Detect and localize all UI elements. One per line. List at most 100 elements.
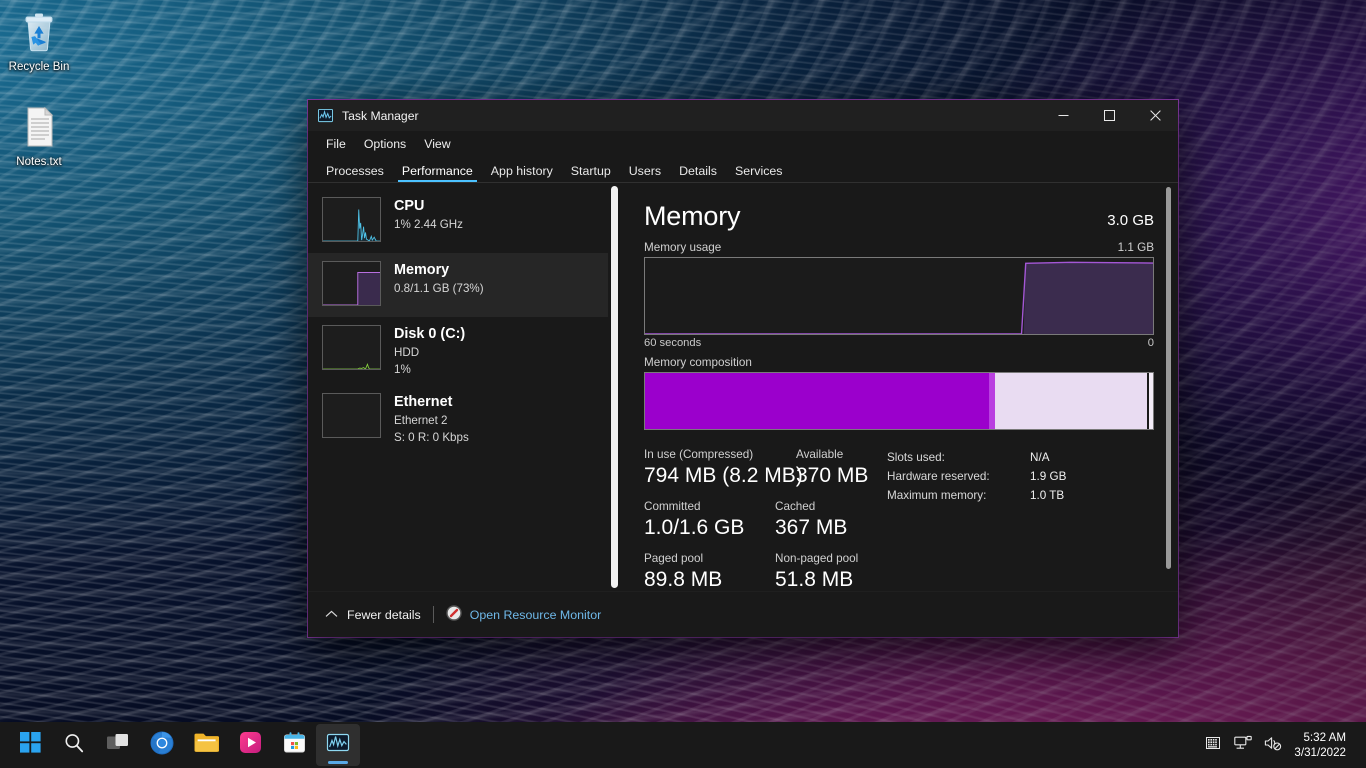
keyboard-icon: [1205, 735, 1221, 756]
detail-pane-scrollbar[interactable]: [1162, 183, 1174, 591]
stat-cached: Cached 367 MB: [775, 499, 847, 542]
detail-pane-scrollbar-thumb[interactable]: [1166, 187, 1171, 569]
desktop-icon-recycle-bin[interactable]: Recycle Bin: [2, 8, 76, 74]
menu-item-file[interactable]: File: [317, 135, 355, 153]
memory-composition-label: Memory composition: [644, 356, 752, 369]
open-resource-monitor-link[interactable]: Open Resource Monitor: [445, 605, 601, 624]
resource-list-scrollbar-thumb[interactable]: [611, 186, 618, 588]
file-explorer-button[interactable]: [184, 724, 228, 766]
minimize-button[interactable]: [1040, 100, 1086, 131]
stat-non-paged-pool: Non-paged pool 51.8 MB: [775, 551, 858, 591]
memory-detail-pane: Memory 3.0 GB Memory usage 1.1 GB 60 sec…: [621, 183, 1178, 591]
task-view-icon: [107, 733, 129, 758]
stats-row-3: Paged pool 89.8 MB Non-paged pool 51.8 M…: [644, 551, 887, 591]
tab-performance[interactable]: Performance: [393, 163, 482, 182]
resource-detail-1: 1% 2.44 GHz: [394, 218, 463, 231]
close-button[interactable]: [1132, 100, 1178, 131]
sysinfo-key: Hardware reserved:: [887, 470, 990, 484]
window-footer: Fewer details Open Resource Monitor: [308, 591, 1178, 637]
composition-segment-in-use: [645, 373, 990, 429]
resource-name: Disk 0 (C:): [394, 326, 466, 342]
stat-caption: Cached: [775, 500, 816, 513]
menu-item-options[interactable]: Options: [355, 135, 415, 153]
chrome-button[interactable]: [140, 724, 184, 766]
task-manager-button[interactable]: [316, 724, 360, 766]
clock-time: 5:32 AM: [1303, 731, 1346, 744]
stat-caption: Paged pool: [644, 552, 704, 565]
resource-monitor-icon: [445, 605, 462, 624]
window-title-bar[interactable]: Task Manager: [308, 100, 1178, 131]
stat-value: 1.0/1.6 GB: [644, 516, 745, 539]
taskbar-clock[interactable]: 5:32 AM 3/31/2022: [1288, 730, 1356, 760]
resource-detail-1: 0.8/1.1 GB (73%): [394, 282, 484, 295]
search-button[interactable]: [52, 724, 96, 766]
stat-in-use: In use (Compressed) 794 MB (8.2 MB): [644, 447, 803, 490]
network-icon: [1234, 735, 1253, 756]
stat-value: 89.8 MB: [644, 568, 723, 591]
task-view-button[interactable]: [96, 724, 140, 766]
search-icon: [63, 732, 85, 759]
task-manager-window[interactable]: Task Manager File Options View Processes…: [308, 100, 1178, 637]
menu-bar: File Options View: [308, 131, 1178, 157]
sysinfo-row-slots-used: Slots used: N/A: [887, 448, 1154, 467]
recycle-bin-icon: [2, 8, 76, 56]
footer-divider: [432, 606, 434, 623]
tray-network[interactable]: [1228, 725, 1258, 765]
stat-value: 367 MB: [775, 516, 848, 539]
memory-stats-left: In use (Compressed) 794 MB (8.2 MB) Avai…: [644, 447, 887, 591]
start-button[interactable]: [8, 724, 52, 766]
stat-value: 370 MB: [796, 464, 869, 487]
resource-item-ethernet[interactable]: Ethernet Ethernet 2 S: 0 R: 0 Kbps: [308, 385, 621, 453]
stat-caption: Available: [796, 448, 844, 461]
store-icon: [283, 731, 306, 759]
resource-item-cpu[interactable]: CPU 1% 2.44 GHz: [308, 189, 621, 253]
stat-value: 51.8 MB: [775, 568, 854, 591]
chevron-up-icon: [325, 609, 338, 621]
disk-sparkline: [322, 325, 381, 370]
tab-bar: Processes Performance App history Startu…: [308, 157, 1178, 183]
microsoft-store-button[interactable]: [272, 724, 316, 766]
tray-hidden-icons[interactable]: [1198, 725, 1228, 765]
text-file-icon: [2, 103, 76, 151]
maximize-button[interactable]: [1086, 100, 1132, 131]
desktop-icon-label: Notes.txt: [16, 156, 62, 168]
fewer-details-button[interactable]: Fewer details: [347, 608, 421, 622]
media-player-button[interactable]: [228, 724, 272, 766]
chrome-icon: [150, 731, 174, 760]
menu-item-view[interactable]: View: [415, 135, 459, 153]
volume-muted-icon: [1264, 735, 1282, 756]
tab-processes[interactable]: Processes: [317, 163, 393, 182]
folder-icon: [194, 732, 219, 758]
resource-list: CPU 1% 2.44 GHz Memory 0.8/1.1 GB (73%): [308, 183, 621, 591]
memory-header: Memory 3.0 GB: [644, 201, 1154, 232]
resource-item-disk[interactable]: Disk 0 (C:) HDD 1%: [308, 317, 621, 385]
resource-name: Memory: [394, 262, 450, 278]
tab-users[interactable]: Users: [620, 163, 670, 182]
clock-date: 3/31/2022: [1294, 746, 1346, 759]
tab-details[interactable]: Details: [670, 163, 726, 182]
system-tray: 5:32 AM 3/31/2022: [1198, 725, 1366, 765]
tray-volume[interactable]: [1258, 725, 1288, 765]
axis-label-right: 0: [1147, 337, 1154, 349]
sysinfo-value: 1.0 TB: [1030, 489, 1065, 503]
tab-app-history[interactable]: App history: [482, 163, 562, 182]
tab-startup[interactable]: Startup: [562, 163, 620, 182]
sysinfo-value: N/A: [1030, 451, 1050, 464]
desktop-icon-notes-txt[interactable]: Notes.txt: [2, 103, 76, 169]
stat-caption: In use (Compressed): [644, 448, 754, 461]
window-title-text: Task Manager: [342, 108, 419, 123]
tab-services[interactable]: Services: [726, 163, 792, 182]
taskbar-buttons: [8, 724, 360, 766]
resource-item-memory[interactable]: Memory 0.8/1.1 GB (73%): [308, 253, 621, 317]
memory-composition-bar[interactable]: [644, 372, 1154, 430]
memory-usage-max: 1.1 GB: [1117, 241, 1154, 254]
stat-paged-pool: Paged pool 89.8 MB: [644, 551, 775, 591]
memory-system-info: Slots used: N/A Hardware reserved: 1.9 G…: [887, 447, 1154, 591]
task-manager-icon: [318, 108, 333, 123]
ethernet-sparkline: [322, 393, 381, 438]
resource-detail-1: Ethernet 2: [394, 414, 448, 427]
resource-list-scrollbar[interactable]: [608, 183, 621, 591]
memory-stats: In use (Compressed) 794 MB (8.2 MB) Avai…: [644, 447, 1154, 591]
stat-available: Available 370 MB: [796, 447, 868, 490]
sysinfo-key: Maximum memory:: [887, 489, 987, 503]
